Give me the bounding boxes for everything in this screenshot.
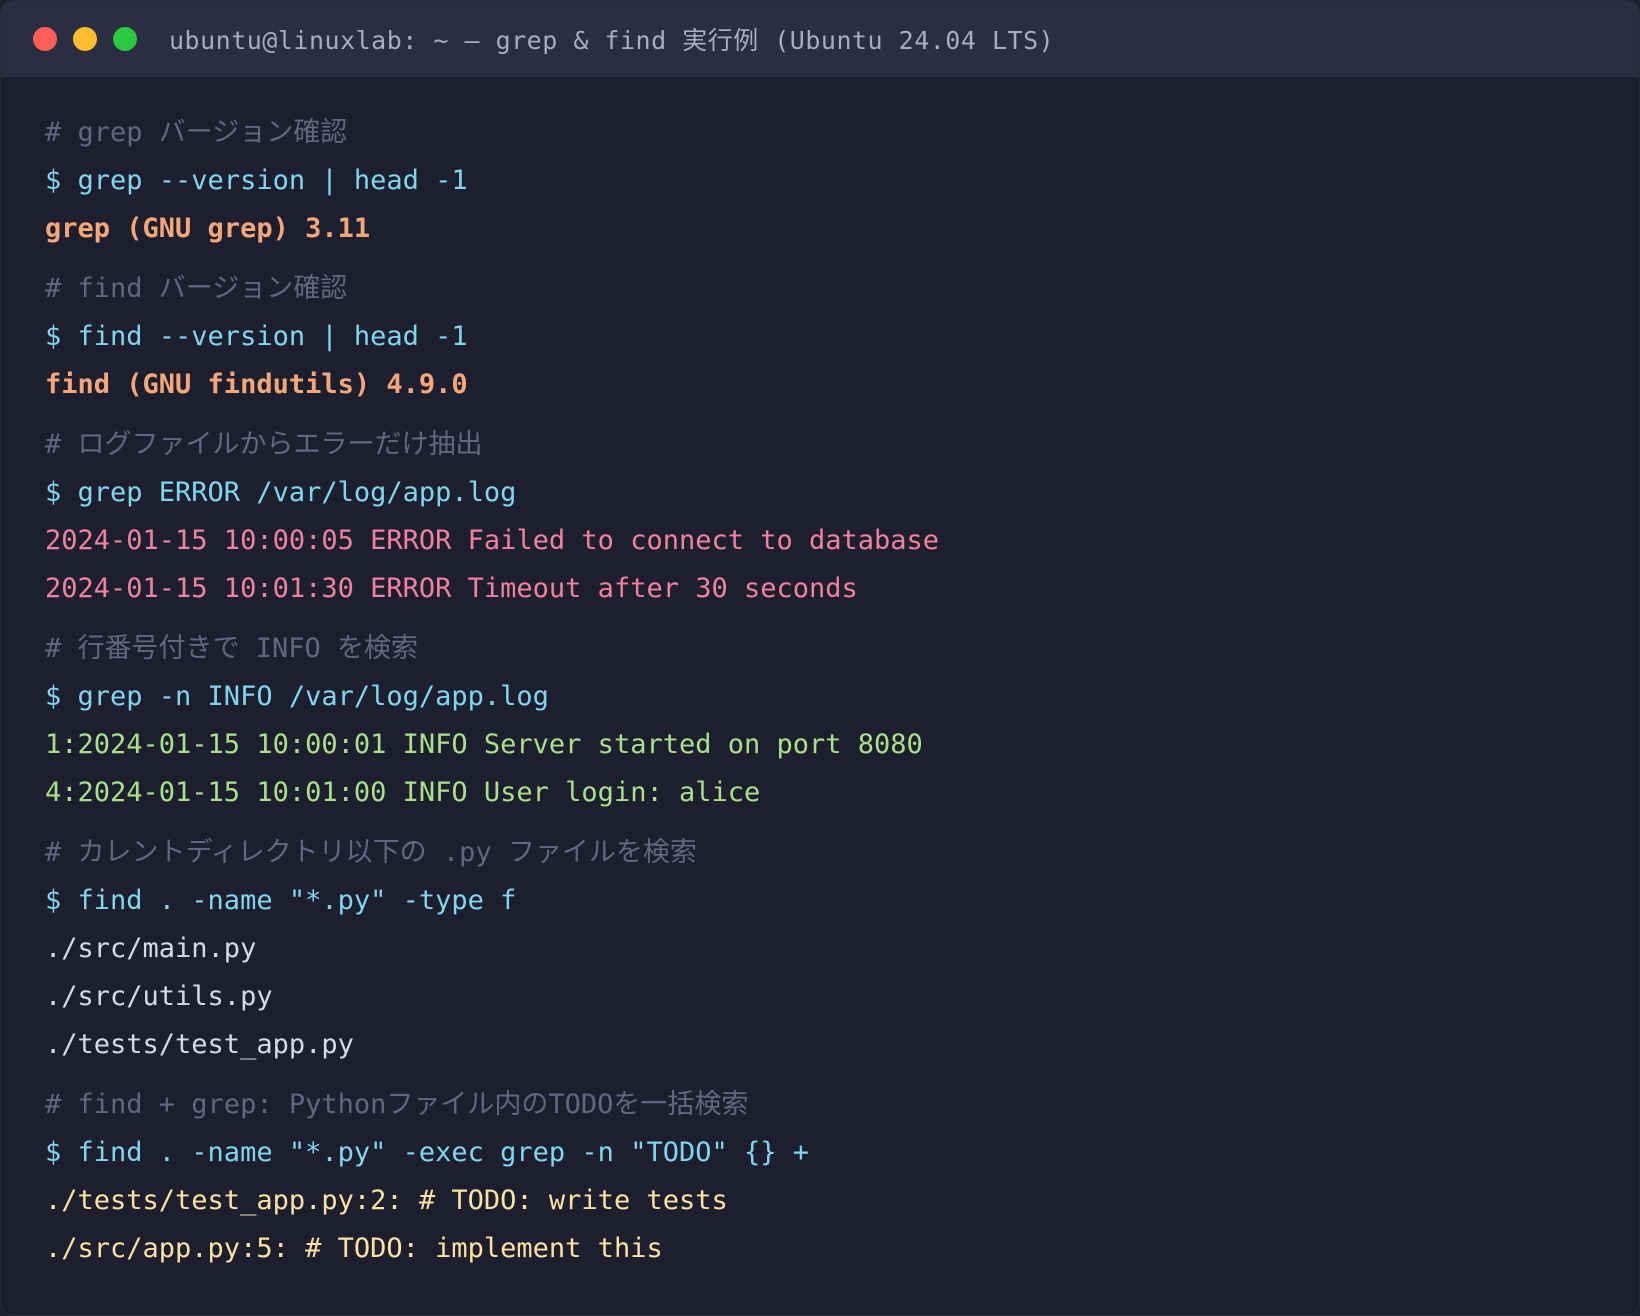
command-block-grep-version: # grep バージョン確認 $ grep --version | head -… [45, 109, 1599, 253]
comment-line: # ログファイルからエラーだけ抽出 [45, 429, 483, 460]
output-line: ./src/app.py:5: # TODO: implement this [45, 1233, 663, 1264]
comment-line: # カレントディレクトリ以下の .py ファイルを検索 [45, 837, 697, 868]
terminal-window: ubuntu@linuxlab: ~ — grep & find 実行例 (Ub… [0, 0, 1640, 1316]
output-line: 1:2024-01-15 10:00:01 INFO Server starte… [45, 729, 923, 760]
output-line: 2024-01-15 10:00:05 ERROR Failed to conn… [45, 525, 940, 556]
close-button[interactable] [33, 27, 57, 51]
output-line: find (GNU findutils) 4.9.0 [45, 369, 468, 400]
output-line: ./tests/test_app.py [45, 1029, 354, 1060]
command-line: $ grep --version | head -1 [45, 165, 468, 196]
output-line: ./tests/test_app.py:2: # TODO: write tes… [45, 1185, 728, 1216]
maximize-button[interactable] [113, 27, 137, 51]
command-line: $ grep -n INFO /var/log/app.log [45, 681, 549, 712]
comment-line: # find バージョン確認 [45, 273, 348, 304]
command-block-grep-info: # 行番号付きで INFO を検索 $ grep -n INFO /var/lo… [45, 625, 1599, 817]
command-line: $ grep ERROR /var/log/app.log [45, 477, 517, 508]
output-line: grep (GNU grep) 3.11 [45, 213, 371, 244]
window-title: ubuntu@linuxlab: ~ — grep & find 実行例 (Ub… [169, 26, 1055, 55]
output-line: ./src/utils.py [45, 981, 273, 1012]
command-line: $ find . -name "*.py" -type f [45, 885, 517, 916]
command-line: $ find --version | head -1 [45, 321, 468, 352]
title-bar: ubuntu@linuxlab: ~ — grep & find 実行例 (Ub… [1, 1, 1639, 77]
command-block-grep-error: # ログファイルからエラーだけ抽出 $ grep ERROR /var/log/… [45, 421, 1599, 613]
command-block-find-py: # カレントディレクトリ以下の .py ファイルを検索 $ find . -na… [45, 829, 1599, 1069]
minimize-button[interactable] [73, 27, 97, 51]
comment-line: # grep バージョン確認 [45, 117, 348, 148]
command-block-find-version: # find バージョン確認 $ find --version | head -… [45, 265, 1599, 409]
output-line: 2024-01-15 10:01:30 ERROR Timeout after … [45, 573, 858, 604]
command-line: $ find . -name "*.py" -exec grep -n "TOD… [45, 1137, 810, 1168]
output-line: ./src/main.py [45, 933, 257, 964]
comment-line: # 行番号付きで INFO を検索 [45, 633, 419, 664]
window-controls [33, 27, 153, 51]
command-block-find-grep-todo: # find + grep: Pythonファイル内のTODOを一括検索 $ f… [45, 1081, 1599, 1273]
output-line: 4:2024-01-15 10:01:00 INFO User login: a… [45, 777, 761, 808]
terminal-output[interactable]: # grep バージョン確認 $ grep --version | head -… [45, 109, 1599, 1285]
comment-line: # find + grep: Pythonファイル内のTODOを一括検索 [45, 1089, 749, 1120]
